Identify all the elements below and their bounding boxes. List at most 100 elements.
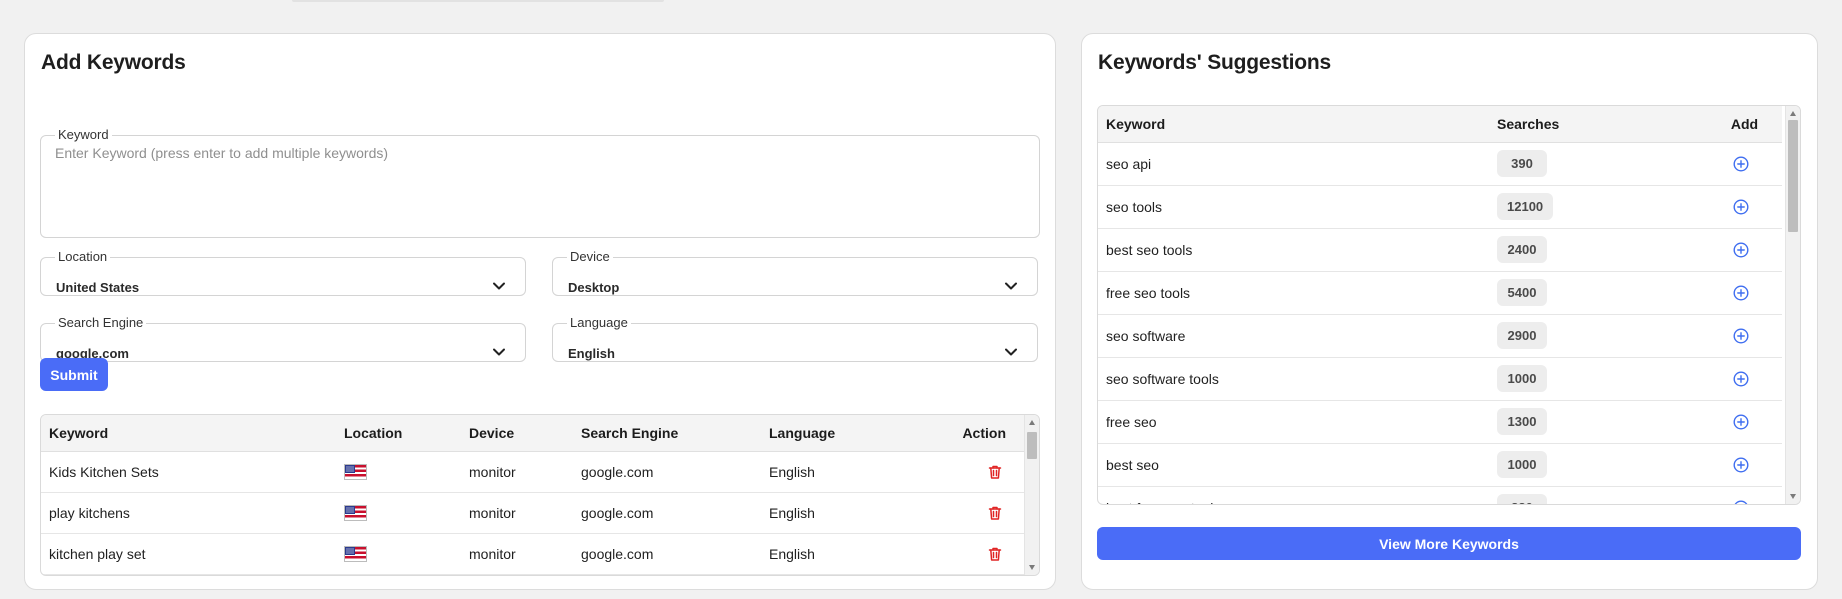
col-header-add: Add [1699,106,1782,143]
added-keywords-scrollbar[interactable] [1024,415,1039,575]
us-flag-icon [344,505,367,522]
searches-badge: 1000 [1497,365,1547,392]
suggestion-keyword: best free seo tools [1098,486,1489,504]
row-language: English [761,492,949,534]
add-circle-icon[interactable] [1732,241,1750,259]
table-row: seo api 390 [1098,142,1782,186]
add-circle-icon[interactable] [1732,327,1750,345]
added-keywords-table: Keyword Location Device Search Engine La… [40,414,1040,576]
search-engine-select[interactable]: Search Engine google.com [40,316,526,362]
us-flag-icon [344,464,367,481]
keyword-field-label: Keyword [58,127,109,142]
searches-badge: 12100 [1497,193,1554,220]
suggestion-keyword: seo software [1098,314,1489,358]
col-header-searches: Searches [1489,106,1699,143]
scroll-thumb[interactable] [1788,120,1798,232]
col-header-device: Device [461,415,573,452]
table-row: seo software 2900 [1098,314,1782,358]
row-search-engine: google.com [573,533,761,575]
submit-button[interactable]: Submit [40,358,108,391]
suggestions-title: Keywords' Suggestions [1098,51,1332,74]
add-circle-icon[interactable] [1732,413,1750,431]
table-row: seo tools 12100 [1098,185,1782,229]
row-language: English [761,451,949,493]
scroll-up-arrow[interactable] [1029,420,1035,425]
row-search-engine: google.com [573,492,761,534]
row-device: monitor [461,451,573,493]
searches-badge: 1300 [1497,408,1547,435]
row-keyword: kitchen play set [41,533,336,575]
suggestions-scrollbar[interactable] [1785,106,1800,504]
row-keyword: play kitchens [41,492,336,534]
trash-icon[interactable] [987,546,1003,562]
col-header-keyword: Keyword [41,415,336,452]
col-header-language: Language [761,415,949,452]
add-circle-icon[interactable] [1732,155,1750,173]
row-device: monitor [461,533,573,575]
suggestion-keyword: seo tools [1098,185,1489,229]
searches-badge: 2900 [1497,322,1547,349]
chevron-down-icon [493,348,505,356]
add-circle-icon[interactable] [1732,284,1750,302]
add-circle-icon[interactable] [1732,198,1750,216]
suggestion-keyword: seo api [1098,142,1489,186]
keyword-input[interactable] [55,145,1025,223]
us-flag-icon [344,546,367,563]
add-keywords-title: Add Keywords [41,51,186,74]
col-header-action: Action [949,415,1026,452]
searches-badge: 880 [1497,494,1547,504]
chevron-down-icon [1005,282,1017,290]
suggestion-keyword: seo software tools [1098,357,1489,401]
scroll-down-arrow[interactable] [1029,565,1035,570]
chevron-down-icon [1005,348,1017,356]
suggestion-keyword: best seo tools [1098,228,1489,272]
language-select[interactable]: Language English [552,316,1038,362]
suggestions-table: Keyword Searches Add seo api 390 seo tools… [1097,105,1801,505]
col-header-keyword: Keyword [1098,106,1489,143]
location-label: Location [58,249,108,264]
suggestion-keyword: free seo tools [1098,271,1489,315]
col-header-search-engine: Search Engine [573,415,761,452]
top-scroll-sliver [292,0,664,2]
location-select[interactable]: Location United States [40,250,526,296]
device-label: Device [570,249,610,264]
view-more-keywords-button[interactable]: View More Keywords [1097,527,1801,560]
table-row: free seo tools 5400 [1098,271,1782,315]
table-row: Kids Kitchen Sets monitor google.com Eng… [41,451,1026,493]
add-circle-icon[interactable] [1732,370,1750,388]
add-circle-icon[interactable] [1732,499,1750,505]
add-keywords-card: Add Keywords Keyword Location United Sta… [24,33,1056,590]
search-engine-label: Search Engine [58,315,144,330]
suggestions-card: Keywords' Suggestions Keyword Searches A… [1081,33,1818,590]
device-select[interactable]: Device Desktop [552,250,1038,296]
trash-icon[interactable] [987,464,1003,480]
col-header-location: Location [336,415,461,452]
device-value: Desktop [568,280,620,295]
table-row: best seo 1000 [1098,443,1782,487]
scroll-down-arrow[interactable] [1790,494,1796,499]
scroll-up-arrow[interactable] [1790,111,1796,116]
table-row: kitchen play set monitor google.com Engl… [41,533,1026,575]
trash-icon[interactable] [987,505,1003,521]
keyword-field: Keyword [40,128,1040,238]
row-device: monitor [461,492,573,534]
language-label: Language [570,315,628,330]
row-keyword: Kids Kitchen Sets [41,451,336,493]
searches-badge: 2400 [1497,236,1547,263]
scroll-thumb[interactable] [1027,432,1037,459]
searches-badge: 390 [1497,150,1547,177]
row-search-engine: google.com [573,451,761,493]
table-row: best free seo tools 880 [1098,486,1782,505]
table-row: seo software tools 1000 [1098,357,1782,401]
table-header-row: Keyword Searches Add [1098,106,1782,143]
add-circle-icon[interactable] [1732,456,1750,474]
table-row: play kitchens monitor google.com English [41,492,1026,534]
row-language: English [761,533,949,575]
table-row: free seo 1300 [1098,400,1782,444]
language-value: English [568,346,615,361]
searches-badge: 5400 [1497,279,1547,306]
table-header-row: Keyword Location Device Search Engine La… [41,415,1026,452]
suggestion-keyword: free seo [1098,400,1489,444]
suggestion-keyword: best seo [1098,443,1489,487]
searches-badge: 1000 [1497,451,1547,478]
